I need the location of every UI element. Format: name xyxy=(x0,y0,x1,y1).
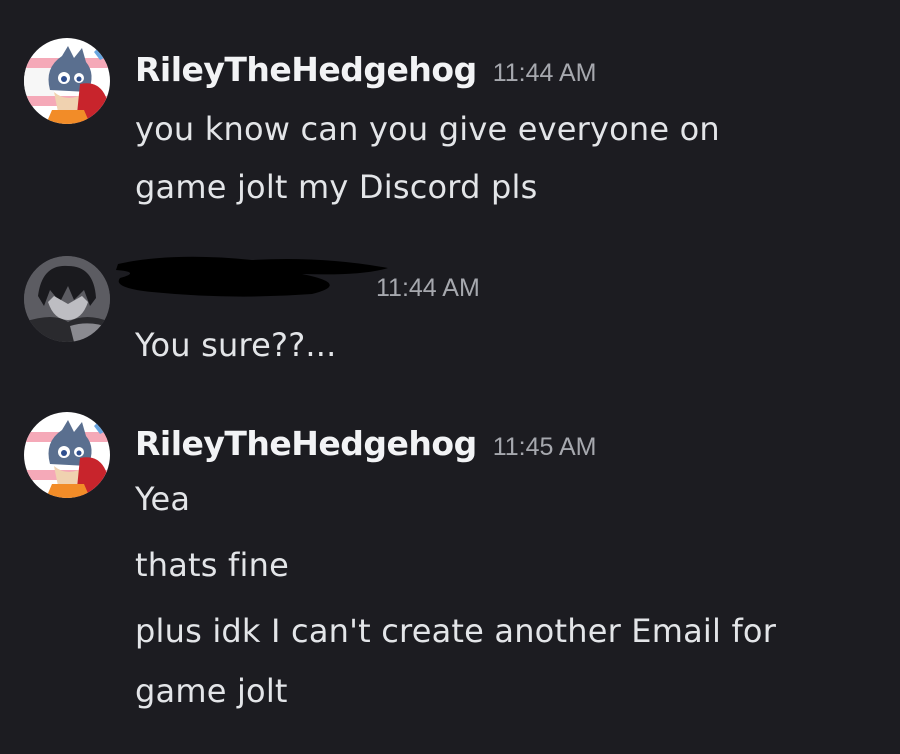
message-text: game jolt xyxy=(135,672,288,710)
timestamp[interactable]: 11:45 AM xyxy=(493,433,597,461)
message-text: You sure??... xyxy=(135,326,337,364)
message-text: thats fine xyxy=(135,546,289,584)
hedgehog-avatar-icon[interactable] xyxy=(24,412,110,498)
username[interactable]: RileyTheHedgehog xyxy=(135,50,477,89)
message-text: Yea xyxy=(135,480,191,518)
message-text: game jolt my Discord pls xyxy=(135,168,538,206)
hedgehog-avatar-icon[interactable] xyxy=(24,38,110,124)
message-text: you know can you give everyone on xyxy=(135,110,720,148)
timestamp[interactable]: 11:44 AM xyxy=(493,59,597,87)
username[interactable]: RileyTheHedgehog xyxy=(135,424,477,463)
message-text: plus idk I can't create another Email fo… xyxy=(135,612,777,650)
timestamp[interactable]: 11:44 AM xyxy=(376,274,480,302)
message-header: 11:44 AM xyxy=(376,274,480,303)
message-header: RileyTheHedgehog 11:44 AM xyxy=(135,50,597,89)
message-header: RileyTheHedgehog 11:45 AM xyxy=(135,424,597,463)
message-group: RileyTheHedgehog 11:44 AM you know can yo… xyxy=(0,0,900,230)
message-group: 11:44 AM You sure??... xyxy=(0,256,900,386)
message-group: RileyTheHedgehog 11:45 AM Yea thats fine … xyxy=(0,400,900,754)
redacted-username xyxy=(112,254,390,300)
dark-haired-avatar-icon[interactable] xyxy=(24,256,110,342)
